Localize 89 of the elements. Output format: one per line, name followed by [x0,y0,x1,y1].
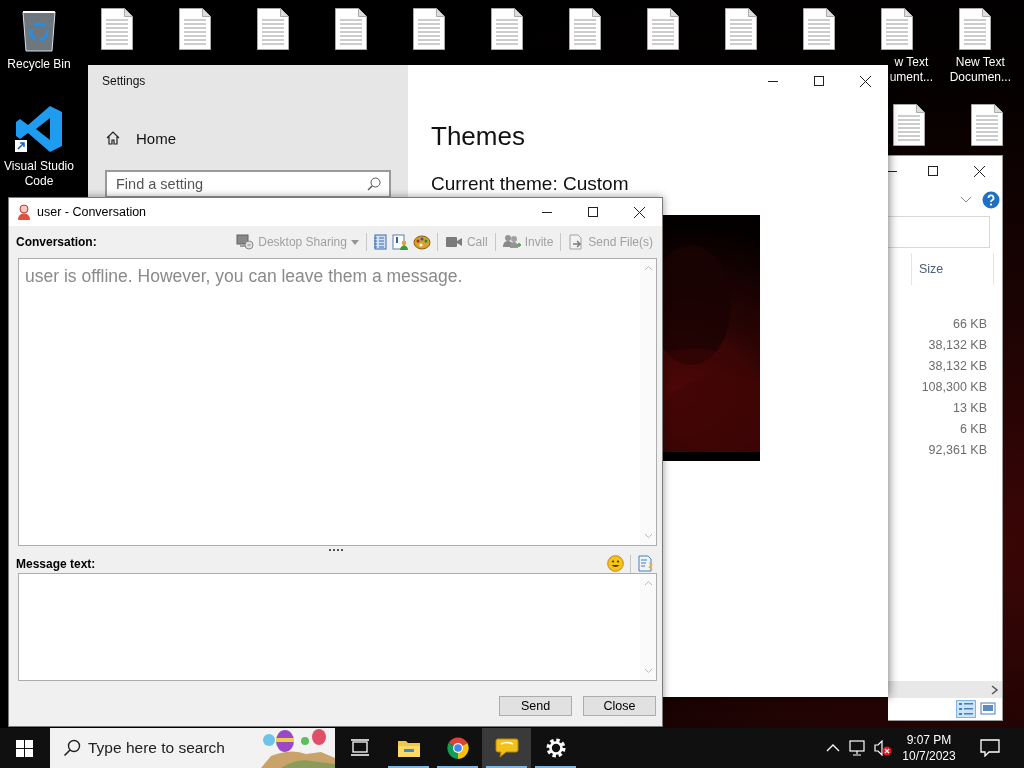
minimize-icon [768,80,778,82]
message-label: Message text: [16,556,96,571]
text-file-icon[interactable] [178,8,212,50]
minimize-icon [887,170,897,172]
contact-card-icon[interactable] [391,234,408,250]
text-file-icon[interactable] [490,8,524,50]
text-file-icon[interactable] [880,8,914,50]
clock-date: 10/7/2023 [902,748,956,764]
current-theme-text: Current theme: Custom [431,172,629,196]
close-icon [859,75,871,87]
text-file-icon[interactable] [724,8,758,50]
arrow-right-icon[interactable] [991,684,999,695]
minimize-icon [542,211,552,213]
clock[interactable]: 9:07 PM 10/7/2023 [898,732,960,764]
notification-icon [980,739,1000,757]
text-file-icon[interactable] [970,104,1004,146]
task-view-icon [349,739,370,757]
maximize-icon [814,76,824,86]
thumbnails-view-button[interactable] [978,700,998,718]
search-icon [63,739,81,757]
size-cell-text: 108,300 KB [920,379,988,396]
size-cell-text: 6 KB [958,421,988,438]
column-header[interactable]: Size [911,253,994,285]
size-cell-text: 38,132 KB [927,358,988,375]
text-file-icon[interactable] [646,8,680,50]
details-view-icon [958,702,974,716]
text-file-icon[interactable] [412,8,446,50]
settings-icon [544,737,567,759]
icon-label: w Text [894,55,929,70]
close-icon [973,165,985,177]
caret-icon [350,239,359,245]
browser-icon [445,736,470,760]
home-icon [105,130,121,146]
size-cell-text: 92,361 KB [927,442,988,459]
text-file-icon[interactable] [892,104,926,146]
status-message: user is offline. However, you can leave them a message. [24,265,464,288]
text-file-icon[interactable] [334,8,368,50]
text-file-icon[interactable] [100,8,134,50]
folder-icon [396,738,421,758]
smiley-icon[interactable] [607,555,624,572]
search-bar[interactable]: Type here to search [50,728,335,768]
help-icon[interactable] [982,191,1000,209]
recycle-bin-icon[interactable] [19,8,59,52]
page-heading: Themes [431,121,525,151]
icon-label: Code [24,174,54,189]
icon-label: Documen... [949,70,1011,85]
chevron-up-icon[interactable] [826,744,840,752]
dialog-button[interactable]: Close [583,696,656,716]
thumbnail-view-icon [980,702,996,716]
size-cell-text: 13 KB [951,400,988,417]
text-file-icon[interactable] [802,8,836,50]
volume-muted-icon[interactable] [874,740,892,756]
monitor-icon [236,234,255,250]
clock-time: 9:07 PM [906,732,952,748]
notebook-icon[interactable] [372,234,387,250]
text-file-icon[interactable] [256,8,290,50]
icon-label: Recycle Bin [7,57,71,72]
icon-label: ument... [889,70,933,85]
window-title: user - Conversation [37,205,147,219]
dialog-button[interactable]: Send [499,696,572,716]
home-link[interactable]: Home [105,126,176,150]
speech-bubble-icon [494,737,519,759]
user-icon [17,204,31,220]
search-field[interactable]: Type here to search [88,736,253,760]
start-icon [15,739,33,757]
search-field[interactable]: Find a setting [105,170,391,198]
text-file-icon[interactable] [958,8,992,50]
maximize-icon [928,166,938,176]
icon-label: New Text [955,55,1005,70]
chevron-down-icon[interactable] [960,196,972,204]
network-icon[interactable] [849,740,867,756]
palette-icon[interactable] [412,234,431,250]
window-title: Settings [101,73,146,90]
horizontal-scrollbar[interactable] [888,681,1002,698]
search-icon[interactable] [367,177,381,191]
camera-icon [444,236,463,248]
message-field[interactable] [18,573,657,681]
details-view-button[interactable] [956,700,976,718]
text-file-icon[interactable] [568,8,602,50]
icon-label: Visual Studio [4,159,74,174]
speech-bubble-button[interactable] [482,728,531,768]
maximize-icon [588,207,598,217]
size-cell-text: 66 KB [951,316,988,333]
people-icon [502,234,521,250]
file-arrow-icon [568,234,585,250]
close-icon [633,206,645,218]
code-editor-icon[interactable] [14,104,64,154]
size-cell-text: 38,132 KB [927,337,988,354]
conversation-label: Conversation: [16,235,97,249]
